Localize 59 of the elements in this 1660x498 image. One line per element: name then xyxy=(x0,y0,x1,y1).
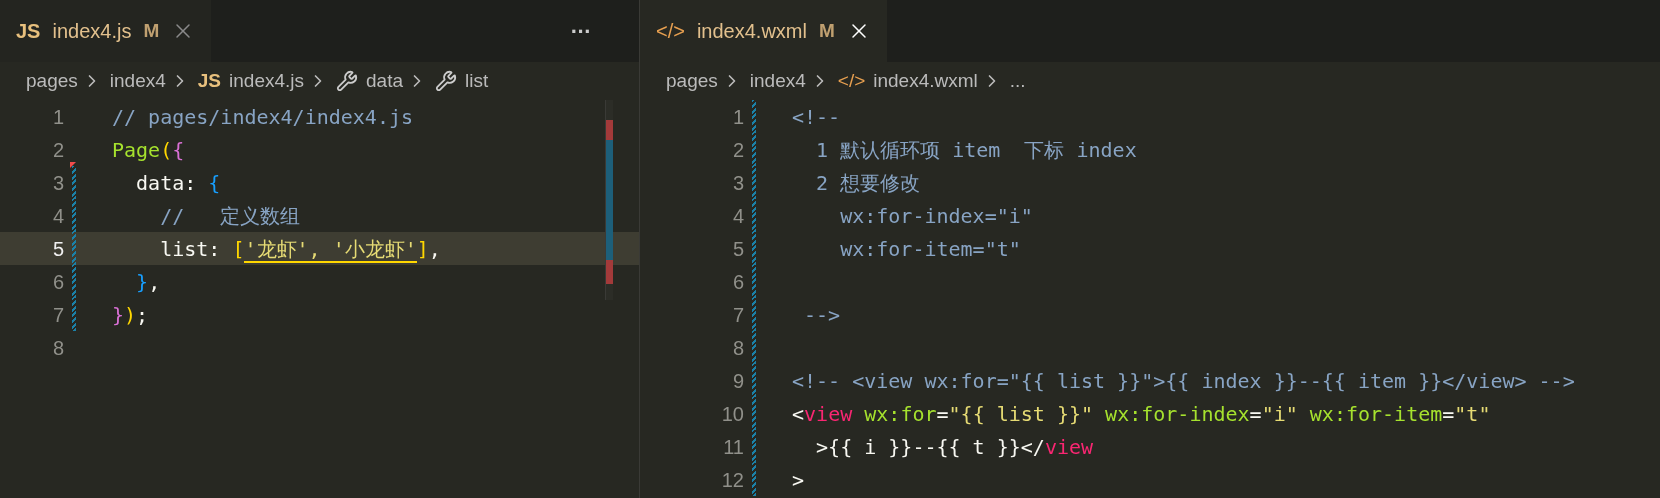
line-number: 10 xyxy=(720,401,744,427)
line-number: 5 xyxy=(51,236,64,262)
line-number: 5 xyxy=(731,236,744,262)
breadcrumb-item[interactable]: index4 xyxy=(109,66,166,96)
code-line: 1 默认循环项 item 下标 index xyxy=(815,136,1137,164)
code-line: --> xyxy=(803,301,841,329)
line-number: 8 xyxy=(731,335,744,361)
code-line: 2 想要修改 xyxy=(815,169,921,197)
code-line: > xyxy=(792,466,805,494)
breadcrumb-item[interactable]: ... xyxy=(1009,66,1026,96)
code-line: wx:for-index="i" xyxy=(839,202,1033,230)
tab-label: index4.js xyxy=(52,19,132,44)
modified-label: M xyxy=(818,18,835,43)
tab-label: index4.wxml xyxy=(696,19,807,44)
more-actions-button[interactable]: ··· xyxy=(570,14,591,48)
line-number: 1 xyxy=(731,104,744,130)
line-number: 6 xyxy=(51,269,64,295)
line-number: 2 xyxy=(731,137,744,163)
breadcrumb-item[interactable]: pages xyxy=(26,66,78,96)
line-number: 7 xyxy=(731,302,744,328)
file-type-icon: JS xyxy=(16,16,41,46)
code-line: <!-- <view wx:for="{{ list }}">{{ index }}--{{ item }}</view> --> xyxy=(792,367,1575,395)
file-type-icon: </> xyxy=(656,16,685,46)
breadcrumb-item[interactable]: data xyxy=(366,66,403,96)
line-number: 7 xyxy=(51,302,64,328)
line-number: 12 xyxy=(720,467,744,493)
code-line: <view wx:for="{{ list }}" wx:for-index="i" wx:for-item="t" xyxy=(792,400,1491,428)
breadcrumb-item[interactable]: pages xyxy=(666,66,718,96)
modified-label: M xyxy=(143,18,160,43)
wrench-icon xyxy=(336,70,359,92)
code-line: wx:for-item="t" xyxy=(839,235,1021,263)
wrench-icon xyxy=(435,70,457,92)
breadcrumb-item[interactable]: list xyxy=(465,66,489,96)
line-number: 1 xyxy=(51,104,64,130)
code-line: Page({ xyxy=(112,136,185,164)
editor-tab[interactable]: JS index4.js M xyxy=(0,0,212,62)
file-type-icon: </> xyxy=(837,66,866,96)
code-line: }); xyxy=(112,301,149,329)
code-line: <!-- xyxy=(792,103,841,131)
code-line: >{{ i }}--{{ t }}</view xyxy=(815,433,1094,461)
line-number: 8 xyxy=(51,335,64,361)
line-number: 2 xyxy=(51,137,64,163)
code-line: // 定义数组 xyxy=(159,202,301,230)
breadcrumb-item[interactable]: index4.js xyxy=(229,66,305,96)
code-line: data: { xyxy=(135,169,221,197)
line-number: 9 xyxy=(731,368,744,394)
line-number: 6 xyxy=(731,269,744,295)
breadcrumb-item[interactable]: index4.wxml xyxy=(873,66,978,96)
line-number: 4 xyxy=(731,203,744,229)
line-number: 11 xyxy=(722,434,744,460)
breadcrumb-item[interactable]: index4 xyxy=(749,66,806,96)
line-number: 3 xyxy=(731,170,744,196)
code-line: }, xyxy=(135,268,161,296)
file-type-icon: JS xyxy=(197,66,222,96)
line-number: 3 xyxy=(51,170,64,196)
code-line: // pages/index4/index4.js xyxy=(112,103,414,131)
code-line: list: ['龙虾', '小龙虾'], xyxy=(159,235,441,264)
line-number: 4 xyxy=(51,203,64,229)
editor-tab[interactable]: </> index4.wxml M xyxy=(640,0,887,62)
